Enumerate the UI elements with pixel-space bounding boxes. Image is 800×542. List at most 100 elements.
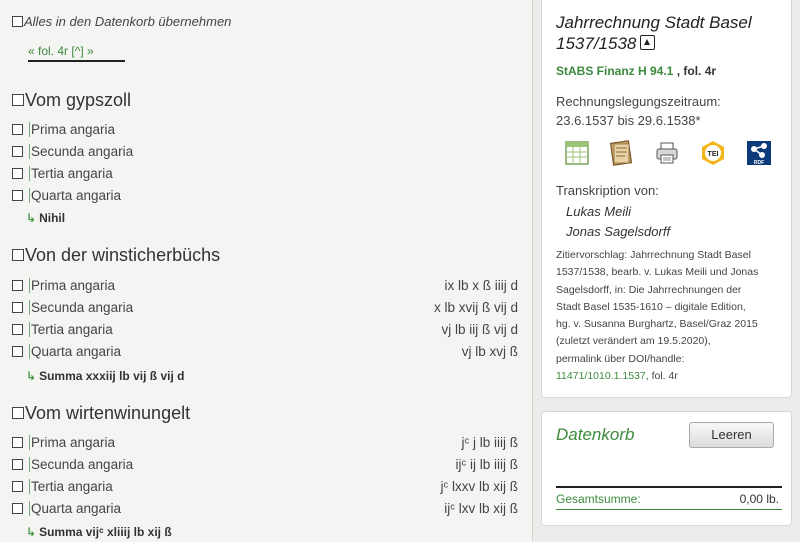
section-title-text: Vom wirtenwinungelt (25, 403, 191, 423)
period-value: 23.6.1537 bis 29.6.1538* (556, 113, 701, 128)
row-checkbox[interactable] (12, 459, 23, 470)
citation-line: Stadt Basel 1535-1610 – digitale Edition… (556, 300, 746, 313)
export-icons: TEI RDF (564, 140, 774, 168)
arrow-up-icon[interactable] (640, 35, 656, 50)
row-label: Tertia angaria (29, 479, 113, 494)
rdf-icon[interactable]: RDF (746, 140, 772, 166)
total-underline (556, 509, 782, 510)
table-row: Tertia angaria vj lb iij ß vij d (12, 320, 518, 340)
table-row: Quarta angaria (12, 186, 518, 206)
document-title: Jahrrechnung Stadt Basel 1537/1538 (556, 12, 786, 54)
document-title-line2: 1537/1538 (556, 34, 637, 53)
row-label: Quarta angaria (29, 344, 122, 359)
citation-line: permalink über DOI/handle: (556, 352, 685, 365)
period-label: Rechnungslegungszeitraum: (556, 94, 721, 109)
return-arrow-icon: ↳ (26, 525, 37, 539)
citation-line: Sagelsdorff, in: Die Jahrrechnungen der (556, 283, 742, 296)
row-checkbox[interactable] (12, 302, 23, 313)
document-info-panel: Jahrrechnung Stadt Basel 1537/1538 StABS… (541, 0, 792, 398)
table-row: Secunda angaria ijᶜ ij lb iiij ß (12, 455, 518, 475)
row-checkbox[interactable] (12, 437, 23, 448)
table-row: Secunda angaria (12, 142, 518, 162)
citation-line: Zitiervorschlag: Jahrrechnung Stadt Base… (556, 249, 751, 261)
folio-underline (28, 60, 125, 62)
return-arrow-icon: ↳ (26, 369, 37, 383)
row-value: vj lb xvj ß (461, 344, 518, 359)
citation-line: (zuletzt verändert am 19.5.2020), (556, 335, 711, 348)
section-checkbox[interactable] (12, 94, 24, 106)
row-label: Secunda angaria (29, 300, 134, 315)
table-row: Quarta angaria ijᶜ lxv lb xij ß (12, 499, 518, 519)
row-label: Quarta angaria (29, 501, 122, 516)
row-label: Tertia angaria (29, 166, 113, 181)
row-checkbox[interactable] (12, 190, 23, 201)
row-value: vj lb iij ß vij d (441, 322, 518, 337)
citation-tail: , fol. 4r (645, 370, 678, 383)
section-summary: ↳ Nihil (26, 211, 65, 225)
row-label: Secunda angaria (29, 457, 134, 472)
row-checkbox[interactable] (12, 146, 23, 157)
main-content: Alles in den Datenkorb übernehmen « fol.… (0, 0, 532, 542)
basket-title: Datenkorb (556, 425, 635, 444)
citation-line: hg. v. Susanna Burghartz, Basel/Graz 201… (556, 318, 758, 331)
row-checkbox[interactable] (12, 168, 23, 179)
total-label: Gesamtsumme: (556, 492, 641, 506)
permalink-link[interactable]: 11471/1010.1.1537 (556, 370, 646, 382)
table-row: Prima angaria ix lb x ß iiij d (12, 276, 518, 296)
row-checkbox[interactable] (12, 324, 23, 335)
select-all-checkbox-row[interactable]: Alles in den Datenkorb übernehmen (12, 14, 231, 29)
row-label: Prima angaria (29, 278, 116, 293)
transcription-label: Transkription von: (556, 183, 659, 198)
select-all-checkbox[interactable] (12, 16, 23, 27)
rdf-icon-text: RDF (754, 160, 764, 166)
spreadsheet-icon[interactable] (564, 140, 590, 166)
document-title-line1: Jahrrechnung Stadt Basel (556, 13, 752, 32)
row-checkbox[interactable] (12, 503, 23, 514)
row-checkbox[interactable] (12, 280, 23, 291)
section-checkbox[interactable] (12, 249, 24, 261)
table-row: Secunda angaria x lb xvij ß vij d (12, 298, 518, 318)
section-title-wirtenwinungelt[interactable]: Vom wirtenwinungelt (12, 403, 190, 424)
table-row: Quarta angaria vj lb xvj ß (12, 342, 518, 362)
section-checkbox[interactable] (12, 407, 24, 419)
section-summary: ↳ Summa xxxiij lb vij ß vij d (26, 369, 184, 383)
signature-link[interactable]: StABS Finanz H 94.1 (556, 64, 673, 78)
tei-icon[interactable]: TEI (700, 140, 726, 166)
row-label: Prima angaria (29, 435, 116, 450)
section-title-gypszoll[interactable]: Vom gypszoll (12, 90, 131, 111)
total-value: 0,00 lb. (739, 492, 779, 506)
tei-icon-text: TEI (708, 151, 719, 158)
table-row: Prima angaria jᶜ j lb iiij ß (12, 433, 518, 453)
section-title-text: Vom gypszoll (25, 90, 132, 110)
basket-panel: Datenkorb Leeren Gesamtsumme: 0,00 lb. (541, 411, 792, 526)
citation-line: 1537/1538, bearb. v. Lukas Meili und Jon… (556, 266, 759, 279)
table-row: Tertia angaria (12, 164, 518, 184)
section-title-winsticherbuechs[interactable]: Von der winsticherbüchs (12, 245, 220, 266)
row-value: jᶜ lxxv lb xij ß (440, 479, 518, 494)
print-icon[interactable] (654, 140, 680, 166)
row-checkbox[interactable] (12, 481, 23, 492)
section-title-text: Von der winsticherbüchs (25, 245, 221, 265)
summary-text: Summa vijᶜ xliiij lb xij ß (39, 525, 172, 539)
clear-basket-button[interactable]: Leeren (689, 422, 774, 448)
row-value: ijᶜ lxv lb xij ß (444, 501, 518, 516)
select-all-label: Alles in den Datenkorb übernehmen (24, 14, 232, 29)
folio-label: , fol. 4r (673, 64, 717, 78)
row-checkbox[interactable] (12, 346, 23, 357)
row-label: Prima angaria (29, 122, 116, 137)
row-value: jᶜ j lb iiij ß (461, 435, 518, 450)
summary-text: Summa xxxiij lb vij ß vij d (39, 369, 185, 383)
summary-text: Nihil (39, 211, 66, 225)
citation: Zitiervorschlag: Jahrrechnung Stadt Base… (556, 247, 788, 385)
row-label: Quarta angaria (29, 188, 122, 203)
folio-navigation[interactable]: « fol. 4r [^] » (28, 44, 94, 58)
total-divider (556, 486, 782, 488)
archive-signature[interactable]: StABS Finanz H 94.1 , fol. 4r (556, 64, 716, 78)
row-checkbox[interactable] (12, 124, 23, 135)
section-summary: ↳ Summa vijᶜ xliiij lb xij ß (26, 525, 172, 539)
table-row: Prima angaria (12, 120, 518, 140)
row-value: ijᶜ ij lb iiij ß (455, 457, 518, 472)
facsimile-icon[interactable] (608, 140, 634, 166)
row-label: Secunda angaria (29, 144, 134, 159)
transcriber-name: Lukas Meili (566, 204, 632, 219)
